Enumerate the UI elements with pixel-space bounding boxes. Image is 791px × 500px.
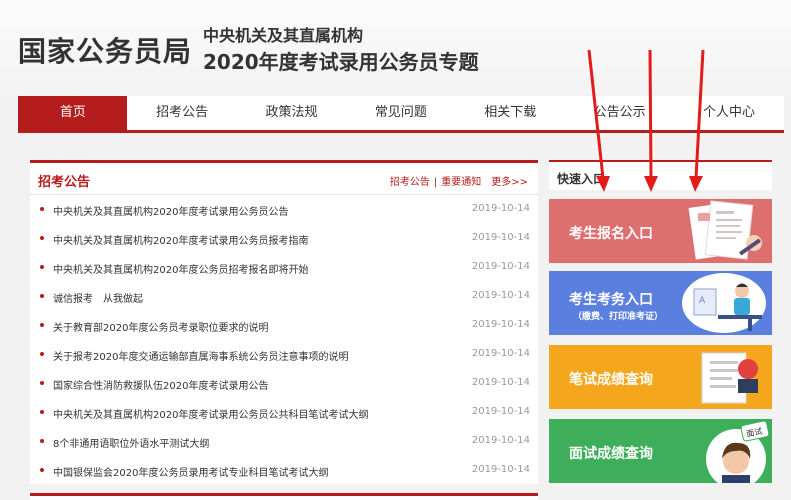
news-title[interactable]: 中央机关及其直属机构2020年度考试录用公务员公共科目笔试考试大纲	[53, 406, 368, 421]
nav-item-personal-center[interactable]: 个人中心	[674, 96, 783, 130]
news-date: 2019-10-14	[471, 377, 530, 388]
news-title[interactable]: 关于教育部2020年度公务员考录职位要求的说明	[53, 319, 268, 334]
exam-desk-icon: A	[682, 273, 766, 333]
news-date: 2019-10-14	[471, 406, 530, 417]
registration-entry-button[interactable]: 考生报名入口	[549, 199, 772, 263]
interview-score-query-button[interactable]: 面试成绩查询 面试	[549, 419, 772, 483]
bullet-icon	[40, 236, 44, 240]
interviewer-avatar-icon: 面试	[706, 420, 770, 483]
news-title[interactable]: 中央机关及其直属机构2020年度考试录用公务员公告	[53, 203, 288, 218]
news-item[interactable]: 中央机关及其直属机构2020年度考试录用公务员报考指南 2019-10-14	[30, 229, 538, 249]
news-title[interactable]: 8个非通用语职位外语水平测试大纲	[53, 435, 209, 450]
news-date: 2019-10-14	[471, 203, 530, 214]
news-date: 2019-10-14	[471, 232, 530, 243]
announcements-links: 招考公告 | 重要通知 更多>>	[390, 173, 528, 188]
news-title[interactable]: 诚信报考 从我做起	[53, 290, 143, 305]
nav-item-policies[interactable]: 政策法规	[237, 96, 346, 130]
bullet-icon	[40, 265, 44, 269]
bullet-icon	[40, 352, 44, 356]
news-date: 2019-10-14	[471, 319, 530, 330]
announcements-header: 招考公告 招考公告 | 重要通知 更多>>	[30, 163, 538, 195]
news-date: 2019-10-14	[471, 290, 530, 301]
news-title[interactable]: 中央机关及其直属机构2020年度公务员招考报名即将开始	[53, 261, 308, 276]
svg-text:A: A	[699, 296, 706, 306]
nav-item-faq[interactable]: 常见问题	[346, 96, 455, 130]
news-item[interactable]: 诚信报考 从我做起 2019-10-14	[30, 287, 538, 307]
more-link[interactable]: 更多>>	[491, 177, 528, 188]
news-date: 2019-10-14	[471, 464, 530, 475]
next-panel-edge	[30, 493, 538, 500]
bullet-icon	[40, 381, 44, 385]
card-label: 考生考务入口	[569, 292, 653, 308]
news-title[interactable]: 关于报考2020年度交通运输部直属海事系统公务员注意事项的说明	[53, 348, 348, 363]
news-date: 2019-10-14	[471, 261, 530, 272]
card-label: 面试成绩查询	[569, 446, 653, 462]
news-item[interactable]: 中央机关及其直属机构2020年度考试录用公务员公共科目笔试考试大纲 2019-10…	[30, 403, 538, 423]
announcements-title: 招考公告	[38, 175, 91, 190]
registration-form-icon	[688, 200, 762, 260]
news-date: 2019-10-14	[471, 348, 530, 359]
site-header: 国家公务员局 中央机关及其直属机构 2020年度考试录用公务员专题	[0, 0, 791, 95]
news-item[interactable]: 中央机关及其直属机构2020年度公务员招考报名即将开始 2019-10-14	[30, 258, 538, 278]
score-report-icon	[701, 352, 758, 404]
announcements-tab-link[interactable]: 招考公告	[390, 177, 430, 188]
bullet-icon	[40, 468, 44, 472]
news-title[interactable]: 国家综合性消防救援队伍2020年度考试录用公告	[53, 377, 268, 392]
announcements-panel: 招考公告 招考公告 | 重要通知 更多>> 中央机关及其直属机构2020年度考试录用公…	[30, 160, 538, 484]
news-date: 2019-10-14	[471, 435, 530, 446]
news-item[interactable]: 8个非通用语职位外语水平测试大纲 2019-10-14	[30, 432, 538, 452]
news-title[interactable]: 中央机关及其直属机构2020年度考试录用公务员报考指南	[53, 232, 308, 247]
header-subtitle-2: 2020年度考试录用公务员专题	[203, 50, 479, 74]
card-label: 笔试成绩查询	[569, 372, 653, 388]
nav-item-announcements[interactable]: 招考公告	[127, 96, 236, 130]
main-nav: 首页 招考公告 政策法规 常见问题 相关下载 公告公示 个人中心	[18, 96, 784, 133]
link-separator: |	[433, 177, 438, 188]
written-score-query-button[interactable]: 笔试成绩查询	[549, 345, 772, 409]
nav-item-downloads[interactable]: 相关下载	[456, 96, 565, 130]
news-item[interactable]: 中央机关及其直属机构2020年度考试录用公务员公告 2019-10-14	[30, 200, 538, 220]
bullet-icon	[40, 439, 44, 443]
news-title[interactable]: 中国银保监会2020年度公务员录用考试专业科目笔试考试大纲	[53, 464, 328, 479]
news-item[interactable]: 关于教育部2020年度公务员考录职位要求的说明 2019-10-14	[30, 316, 538, 336]
bullet-icon	[40, 294, 44, 298]
site-logo[interactable]: 国家公务员局	[18, 30, 192, 70]
quick-access-header: 快速入口	[549, 160, 772, 190]
news-item[interactable]: 中国银保监会2020年度公务员录用考试专业科目笔试考试大纲 2019-10-14	[30, 461, 538, 481]
card-label: 考生报名入口	[569, 226, 653, 242]
exam-affairs-entry-button[interactable]: 考生考务入口 （缴费、打印准考证） A	[549, 271, 772, 335]
card-note: （缴费、打印准考证）	[573, 312, 664, 322]
nav-item-notices[interactable]: 公告公示	[565, 96, 674, 130]
header-subtitle-1: 中央机关及其直属机构	[203, 26, 364, 45]
quick-access-title: 快速入口	[557, 172, 606, 186]
bullet-icon	[40, 207, 44, 211]
bullet-icon	[40, 323, 44, 327]
nav-item-home[interactable]: 首页	[18, 96, 128, 130]
news-item[interactable]: 关于报考2020年度交通运输部直属海事系统公务员注意事项的说明 2019-10-1…	[30, 345, 538, 365]
important-notices-link[interactable]: 重要通知	[441, 177, 481, 188]
bullet-icon	[40, 410, 44, 414]
news-item[interactable]: 国家综合性消防救援队伍2020年度考试录用公告 2019-10-14	[30, 374, 538, 394]
